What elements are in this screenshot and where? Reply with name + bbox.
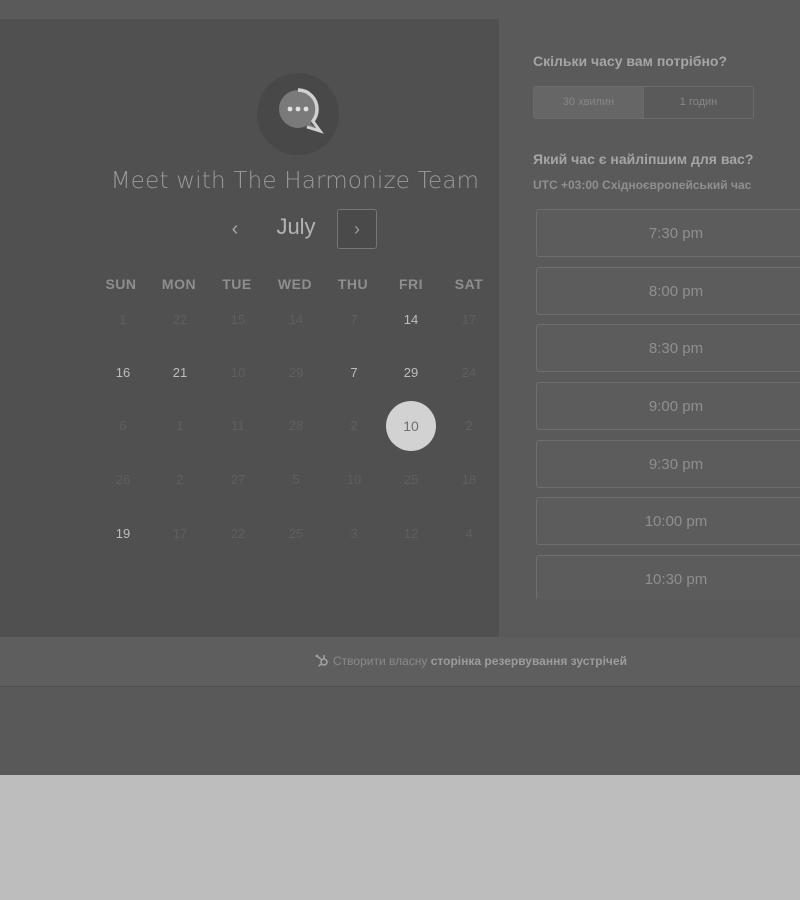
- calendar-day: 15: [230, 312, 246, 327]
- weekday-mon: MON: [161, 276, 197, 292]
- calendar-day: 17: [461, 312, 477, 327]
- calendar-day: 2: [350, 418, 358, 433]
- calendar-day: 10: [346, 472, 362, 487]
- weekday-fri: FRI: [398, 276, 424, 292]
- chat-bubble-icon: [279, 88, 324, 134]
- calendar-day: 29: [288, 365, 304, 380]
- duration-30-min-button[interactable]: 30 хвилин: [534, 87, 644, 118]
- calendar-day: 10: [230, 365, 246, 380]
- calendar-day[interactable]: 19: [103, 514, 143, 554]
- time-slot[interactable]: 7:30 pm: [536, 209, 800, 257]
- chevron-right-icon: ›: [354, 219, 360, 239]
- calendar-day[interactable]: 7: [334, 353, 374, 393]
- calendar-day: 5: [292, 472, 300, 487]
- calendar-day[interactable]: 16: [103, 353, 143, 393]
- calendar-day: 14: [288, 312, 304, 327]
- weekday-tue: TUE: [222, 276, 252, 292]
- calendar-day: 1: [119, 312, 127, 327]
- next-month-button[interactable]: ›: [337, 209, 377, 249]
- weekday-sun: SUN: [105, 276, 137, 292]
- calendar-day: 7: [350, 312, 358, 327]
- create-booking-page-link[interactable]: Створити власну сторінка резервування зу…: [315, 653, 627, 668]
- calendar-day[interactable]: 14: [391, 300, 431, 340]
- calendar-day: 22: [172, 312, 188, 327]
- time-slot[interactable]: 8:30 pm: [536, 324, 800, 372]
- meeting-title: Meet with The Harmonize Team: [110, 168, 480, 194]
- calendar-day[interactable]: 29: [391, 353, 431, 393]
- time-slot[interactable]: 10:30 pm: [536, 555, 800, 599]
- calendar-day: 26: [115, 472, 131, 487]
- calendar-day: 24: [461, 365, 477, 380]
- time-heading: Який час є найліпшим для вас?: [533, 151, 754, 167]
- calendar-day: 25: [403, 472, 419, 487]
- weekday-thu: THU: [337, 276, 369, 292]
- time-slot[interactable]: 9:30 pm: [536, 440, 800, 488]
- footer-link-bold: сторінка резервування зустрічей: [430, 654, 627, 668]
- footer-link-prefix: Створити власну: [333, 654, 428, 668]
- calendar-day: 27: [230, 472, 246, 487]
- calendar-day: 18: [461, 472, 477, 487]
- duration-1-hour-button[interactable]: 1 годин: [644, 87, 753, 118]
- time-slot[interactable]: 10:00 pm: [536, 497, 800, 545]
- duration-toggle: 30 хвилин 1 годин: [533, 86, 754, 119]
- timezone-label[interactable]: UTC +03:00 Східноєвропейський час: [533, 178, 751, 192]
- calendar-day: 12: [403, 526, 419, 541]
- lower-area: [0, 686, 800, 775]
- calendar-day: 22: [230, 526, 246, 541]
- calendar-day: 2: [465, 418, 473, 433]
- month-label: July: [276, 214, 316, 239]
- calendar-day: 11: [231, 418, 245, 433]
- weekday-wed: WED: [277, 276, 313, 292]
- calendar-day: 4: [465, 526, 473, 541]
- time-slot[interactable]: 9:00 pm: [536, 382, 800, 430]
- calendar-day: 3: [350, 526, 358, 541]
- time-slot-list[interactable]: 7:30 pm 8:00 pm 8:30 pm 9:00 pm 9:30 pm …: [536, 209, 800, 599]
- prev-month-button[interactable]: ‹: [224, 216, 246, 242]
- calendar-day: 28: [288, 418, 304, 433]
- calendar-day: 25: [288, 526, 304, 541]
- calendar-day-selected[interactable]: 10: [386, 401, 436, 451]
- hubspot-sprocket-icon: [315, 654, 328, 667]
- calendar-day: 6: [119, 418, 127, 433]
- top-bar: [0, 0, 800, 19]
- duration-heading: Скільки часу вам потрібно?: [533, 53, 728, 69]
- chevron-left-icon: ‹: [231, 218, 239, 240]
- time-slot[interactable]: 8:00 pm: [536, 267, 800, 315]
- calendar-day: 1: [176, 418, 184, 433]
- calendar-day: 2: [176, 472, 184, 487]
- calendar-day: 17: [172, 526, 188, 541]
- weekday-sat: SAT: [454, 276, 484, 292]
- calendar-day[interactable]: 21: [160, 353, 200, 393]
